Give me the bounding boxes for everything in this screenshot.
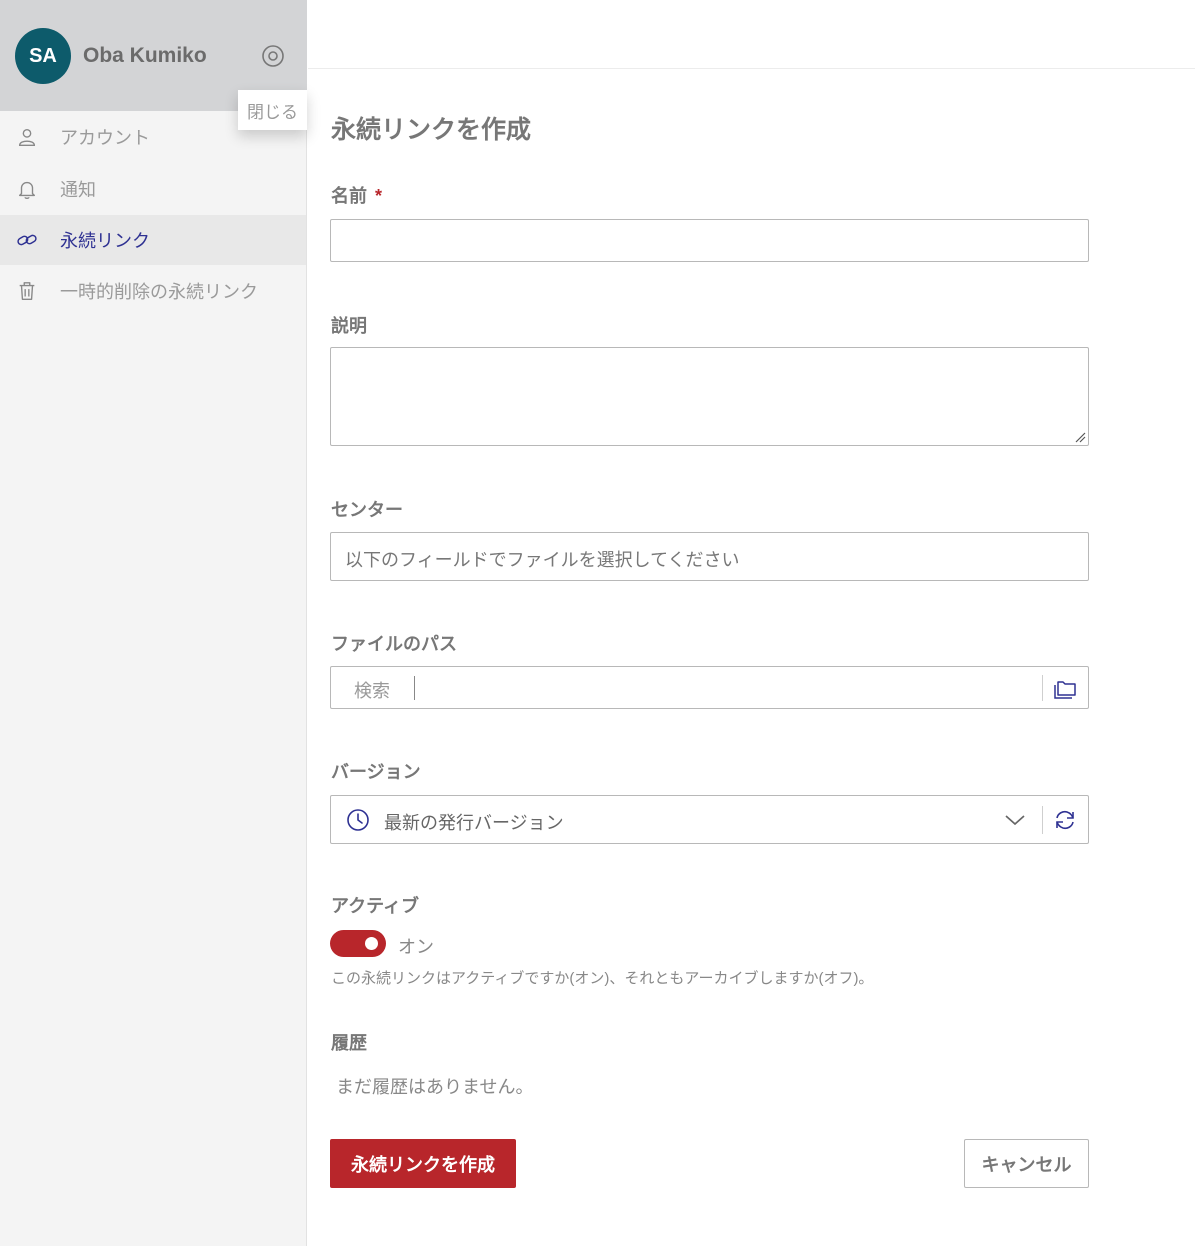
top-bar xyxy=(308,0,1195,69)
sidebar-item-label: 通知 xyxy=(60,180,96,200)
resize-handle-icon[interactable] xyxy=(1074,431,1086,443)
version-label: バージョン xyxy=(331,762,421,782)
toggle-state-label: オン xyxy=(398,937,434,957)
user-name: Oba Kumiko xyxy=(83,44,207,67)
filepath-label: ファイルのパス xyxy=(331,634,457,654)
required-mark: * xyxy=(375,186,383,206)
active-label: アクティブ xyxy=(331,896,420,916)
sidebar: SA Oba Kumiko アカウント 通知 永続リンク 一時的削除の永続リンク xyxy=(0,0,307,1246)
name-input[interactable] xyxy=(330,219,1089,262)
description-textarea[interactable] xyxy=(330,347,1089,446)
sidebar-item-deleted-permalinks[interactable]: 一時的削除の永続リンク xyxy=(0,266,306,316)
toggle-knob xyxy=(365,937,378,950)
sidebar-item-label: アカウント xyxy=(60,128,150,148)
history-empty-text: まだ履歴はありません。 xyxy=(336,1077,534,1097)
sidebar-item-label: 永続リンク xyxy=(60,231,150,251)
avatar[interactable]: SA xyxy=(15,28,71,84)
link-icon xyxy=(17,234,37,246)
create-permalink-button[interactable]: 永続リンクを作成 xyxy=(330,1139,516,1188)
sidebar-item-label: 一時的削除の永続リンク xyxy=(60,282,258,302)
trash-icon xyxy=(19,282,35,300)
version-select[interactable]: 最新の発行バージョン xyxy=(330,795,1089,844)
clock-icon xyxy=(347,809,369,831)
chevron-down-icon[interactable] xyxy=(1001,806,1029,834)
history-label: 履歴 xyxy=(331,1033,367,1053)
active-toggle[interactable] xyxy=(330,930,386,957)
divider xyxy=(1042,806,1043,834)
name-label: 名前 * xyxy=(331,182,382,208)
sidebar-item-notifications[interactable]: 通知 xyxy=(0,164,306,214)
divider xyxy=(1042,675,1043,701)
center-value: 以下のフィールドでファイルを選択してください xyxy=(345,550,740,570)
sidebar-item-permalinks[interactable]: 永続リンク xyxy=(0,215,306,265)
center-label: センター xyxy=(331,500,403,520)
user-icon xyxy=(18,128,36,146)
folder-icon[interactable] xyxy=(1052,674,1080,702)
refresh-icon[interactable] xyxy=(1051,806,1079,834)
close-tooltip: 閉じる xyxy=(238,90,307,130)
cancel-button[interactable]: キャンセル xyxy=(964,1139,1089,1188)
name-label-text: 名前 xyxy=(331,186,367,206)
version-value: 最新の発行バージョン xyxy=(384,813,564,833)
page-title: 永続リンクを作成 xyxy=(331,116,532,144)
description-label: 説明 xyxy=(331,316,367,336)
center-select[interactable]: 以下のフィールドでファイルを選択してください xyxy=(330,532,1089,581)
active-help-text: この永続リンクはアクティブですか(オン)、それともアーカイブしますか(オフ)。 xyxy=(331,970,874,987)
bell-icon xyxy=(18,181,36,199)
search-label: 検索 xyxy=(354,681,390,701)
settings-icon[interactable] xyxy=(261,44,285,68)
input-caret xyxy=(414,676,415,700)
filepath-search-input[interactable]: 検索 xyxy=(330,666,1089,709)
